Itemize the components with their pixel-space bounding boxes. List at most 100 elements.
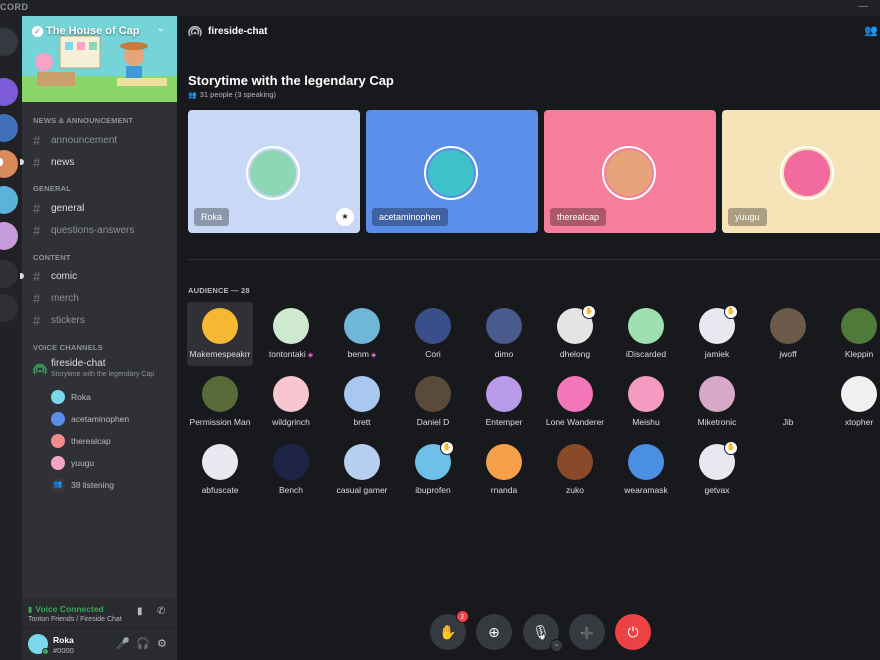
channel-label: questions-answers bbox=[51, 225, 135, 236]
voice-status-panel: ▮ Voice Connected Tonton Friends / Firesi… bbox=[22, 598, 177, 628]
voice-connected-label[interactable]: ▮ Voice Connected bbox=[28, 604, 104, 614]
audience-name-text: ibuprofen bbox=[415, 485, 451, 495]
invite-to-speak-button[interactable]: ⊕ bbox=[476, 614, 512, 650]
channel-announcement[interactable]: # announcement bbox=[33, 133, 117, 148]
member-list-icon[interactable]: 👥 bbox=[864, 24, 878, 37]
audience-member[interactable]: wearamask bbox=[613, 438, 679, 502]
channel-questions-answers[interactable]: # questions-answers bbox=[33, 223, 134, 238]
hash-icon: # bbox=[33, 269, 41, 284]
server-icon-server-2[interactable] bbox=[0, 114, 18, 142]
channel-news[interactable]: # news bbox=[20, 155, 74, 170]
category-content[interactable]: CONTENT bbox=[33, 253, 71, 262]
category-voice[interactable]: VOICE CHANNELS bbox=[33, 343, 103, 352]
audience-label: AUDIENCE — 28 bbox=[188, 286, 250, 295]
hand-icon: ✋ bbox=[724, 305, 738, 319]
listening-count[interactable]: 👥 38 listening bbox=[51, 478, 114, 492]
audience-member[interactable]: brett bbox=[329, 370, 395, 434]
audience-member[interactable]: getvax ✋ bbox=[684, 438, 750, 502]
avatar bbox=[628, 376, 664, 412]
voice-user-acetaminophen[interactable]: acetaminophen bbox=[51, 412, 129, 426]
mute-icon[interactable]: 🎤 bbox=[116, 637, 130, 650]
server-icon-explore[interactable] bbox=[0, 260, 18, 288]
channel-stickers[interactable]: # stickers bbox=[33, 313, 85, 328]
server-icon-server-5[interactable] bbox=[0, 222, 18, 250]
audience-name-text: tontontaki bbox=[268, 349, 306, 359]
speaker-card[interactable]: therealcap bbox=[544, 110, 716, 233]
audience-name-text: benm bbox=[347, 349, 369, 359]
audience-member[interactable]: Kleppin bbox=[826, 302, 880, 366]
audience-name: getvax bbox=[674, 485, 760, 495]
voice-user-yuugu[interactable]: yuugu bbox=[51, 456, 94, 470]
audience-member[interactable]: dhelong ✋ bbox=[542, 302, 608, 366]
avatar bbox=[770, 376, 806, 412]
hash-icon: # bbox=[33, 313, 41, 328]
hand-icon: ✋ bbox=[439, 624, 457, 640]
hash-icon: # bbox=[33, 201, 41, 216]
avatar bbox=[428, 150, 474, 196]
hand-icon: ✋ bbox=[724, 441, 738, 455]
audience-member[interactable]: benm ◈ bbox=[329, 302, 395, 366]
minimize-button[interactable]: — bbox=[858, 1, 868, 12]
leave-stage-button[interactable]: ⏻ bbox=[615, 614, 651, 650]
audience-member[interactable]: wildgrinch bbox=[258, 370, 324, 434]
avatar bbox=[273, 376, 309, 412]
listening-label: 38 listening bbox=[71, 480, 115, 490]
chevron-down-icon[interactable]: ⌄ bbox=[157, 23, 165, 34]
chevron-down-icon[interactable]: ⌄ bbox=[550, 639, 563, 652]
audience-member[interactable]: abfuscate bbox=[187, 438, 253, 502]
audience-member[interactable]: Entemper bbox=[471, 370, 537, 434]
speaker-card[interactable]: Roka ★ bbox=[188, 110, 360, 233]
avatar bbox=[486, 444, 522, 480]
audience-name-text: brett bbox=[353, 417, 371, 427]
disconnect-icon[interactable]: ✆ bbox=[157, 606, 165, 617]
audience-member[interactable]: zuko bbox=[542, 438, 608, 502]
audience-name-text: dhelong bbox=[559, 349, 591, 359]
category-general[interactable]: GENERAL bbox=[33, 184, 71, 193]
audience-member[interactable]: rnanda bbox=[471, 438, 537, 502]
audience-member[interactable]: tontontaki ◈ bbox=[258, 302, 324, 366]
category-news[interactable]: NEWS & ANNOUNCEMENT bbox=[33, 116, 133, 125]
audience-member[interactable]: Lone Wanderer bbox=[542, 370, 608, 434]
noise-suppression-icon[interactable]: ▮ bbox=[137, 606, 143, 617]
server-icon-server-4[interactable] bbox=[0, 186, 18, 214]
voice-user-therealcap[interactable]: therealcap bbox=[51, 434, 111, 448]
audience-member[interactable]: jwoff bbox=[755, 302, 821, 366]
add-user-button[interactable]: ➕ bbox=[569, 614, 605, 650]
server-icon-home[interactable] bbox=[0, 28, 18, 56]
audience-name-text: Daniel D bbox=[416, 417, 450, 427]
audience-member[interactable]: casual gamer bbox=[329, 438, 395, 502]
audience-name-text: getvax bbox=[704, 485, 730, 495]
stage-icon bbox=[33, 364, 47, 375]
server-banner[interactable]: ✓ The House of Cap ⌄ bbox=[22, 16, 177, 102]
audience-member[interactable]: Miketronic bbox=[684, 370, 750, 434]
headset-icon[interactable]: 🎧 bbox=[136, 637, 150, 650]
raise-hand-button[interactable]: ✋ 2 bbox=[430, 610, 469, 650]
microphone-button[interactable]: 🎙 ⌄ bbox=[523, 614, 563, 652]
voice-channel-topic: Storytime with the legendary Cap bbox=[51, 371, 155, 378]
server-icon-add[interactable] bbox=[0, 294, 18, 322]
gear-icon[interactable]: ⚙ bbox=[157, 637, 167, 650]
audience-member[interactable]: Daniel D bbox=[400, 370, 466, 434]
voice-user-roka[interactable]: Roka bbox=[51, 390, 91, 404]
audience-name-text: casual gamer bbox=[336, 485, 388, 495]
add-user-icon: ➕ bbox=[580, 628, 594, 640]
speaker-card[interactable]: yuugu bbox=[722, 110, 880, 233]
channel-general[interactable]: # general bbox=[33, 201, 84, 216]
audience-member[interactable]: xtopher bbox=[826, 370, 880, 434]
audience-member[interactable]: Bench bbox=[258, 438, 324, 502]
audience-member[interactable]: Jib bbox=[755, 370, 821, 434]
audience-member[interactable]: jamiek ✋ bbox=[684, 302, 750, 366]
audience-member[interactable]: ibuprofen ✋ bbox=[400, 438, 466, 502]
audience-member[interactable]: Permission Man bbox=[187, 370, 253, 434]
audience-member[interactable]: Makemespeakrr bbox=[187, 302, 253, 366]
speaker-card[interactable]: acetaminophen bbox=[366, 110, 538, 233]
server-icon-server-1[interactable] bbox=[0, 78, 18, 106]
audience-member[interactable]: iDiscarded bbox=[613, 302, 679, 366]
channel-merch[interactable]: # merch bbox=[33, 291, 79, 306]
hand-icon: ✋ bbox=[440, 441, 454, 455]
audience-member[interactable]: Cori bbox=[400, 302, 466, 366]
audience-member[interactable]: Meishu bbox=[613, 370, 679, 434]
audience-member[interactable]: dimo bbox=[471, 302, 537, 366]
avatar bbox=[557, 444, 593, 480]
channel-comic[interactable]: # comic bbox=[20, 269, 77, 284]
